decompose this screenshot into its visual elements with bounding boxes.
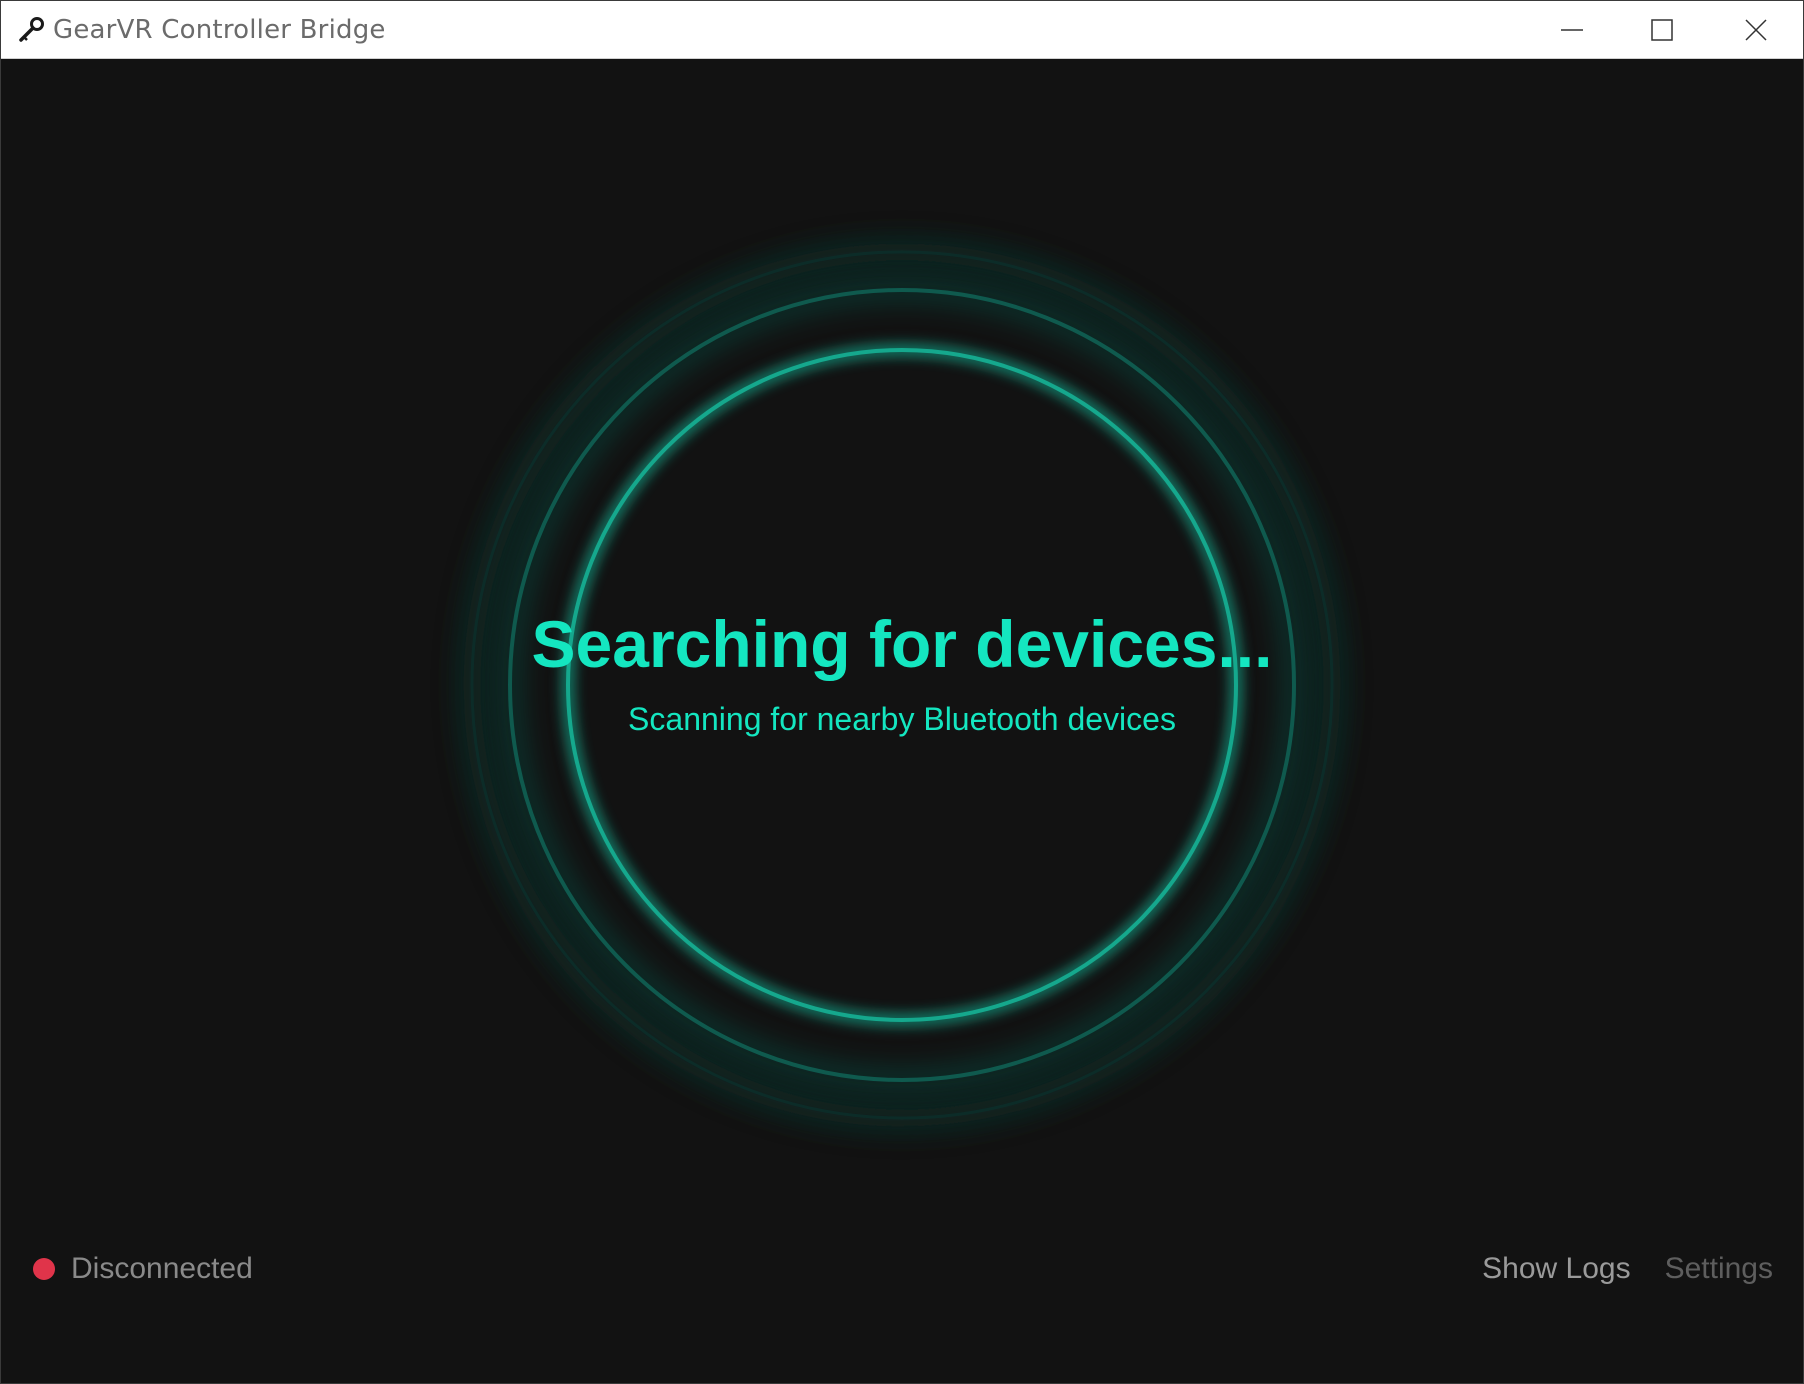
outer-ring (461, 241, 1343, 1129)
settings-button[interactable]: Settings (1665, 1251, 1773, 1287)
title-bar[interactable]: GearVR Controller Bridge (1, 1, 1803, 59)
maximize-icon (1651, 18, 1673, 41)
scan-subheading: Scanning for nearby Bluetooth devices (628, 701, 1176, 737)
scan-heading: Searching for devices... (531, 607, 1273, 681)
window-title: GearVR Controller Bridge (53, 15, 386, 45)
middle-ring (502, 282, 1302, 1088)
minimize-button[interactable] (1527, 1, 1617, 58)
inner-ring (561, 343, 1243, 1027)
key-icon (19, 17, 44, 42)
close-button[interactable] (1711, 1, 1801, 58)
app-window: GearVR Controller Bridge Searching for d… (0, 0, 1804, 1384)
status-dot-icon (33, 1258, 55, 1280)
close-icon (1745, 18, 1767, 41)
minimize-icon (1561, 28, 1583, 31)
footer-links: Show Logs Settings (1482, 1251, 1773, 1287)
maximize-button[interactable] (1617, 1, 1707, 58)
connection-status: Disconnected (33, 1251, 253, 1287)
status-text: Disconnected (71, 1252, 253, 1285)
show-logs-button[interactable]: Show Logs (1482, 1251, 1630, 1287)
main-content: Searching for devices... Scanning for ne… (1, 59, 1803, 1383)
